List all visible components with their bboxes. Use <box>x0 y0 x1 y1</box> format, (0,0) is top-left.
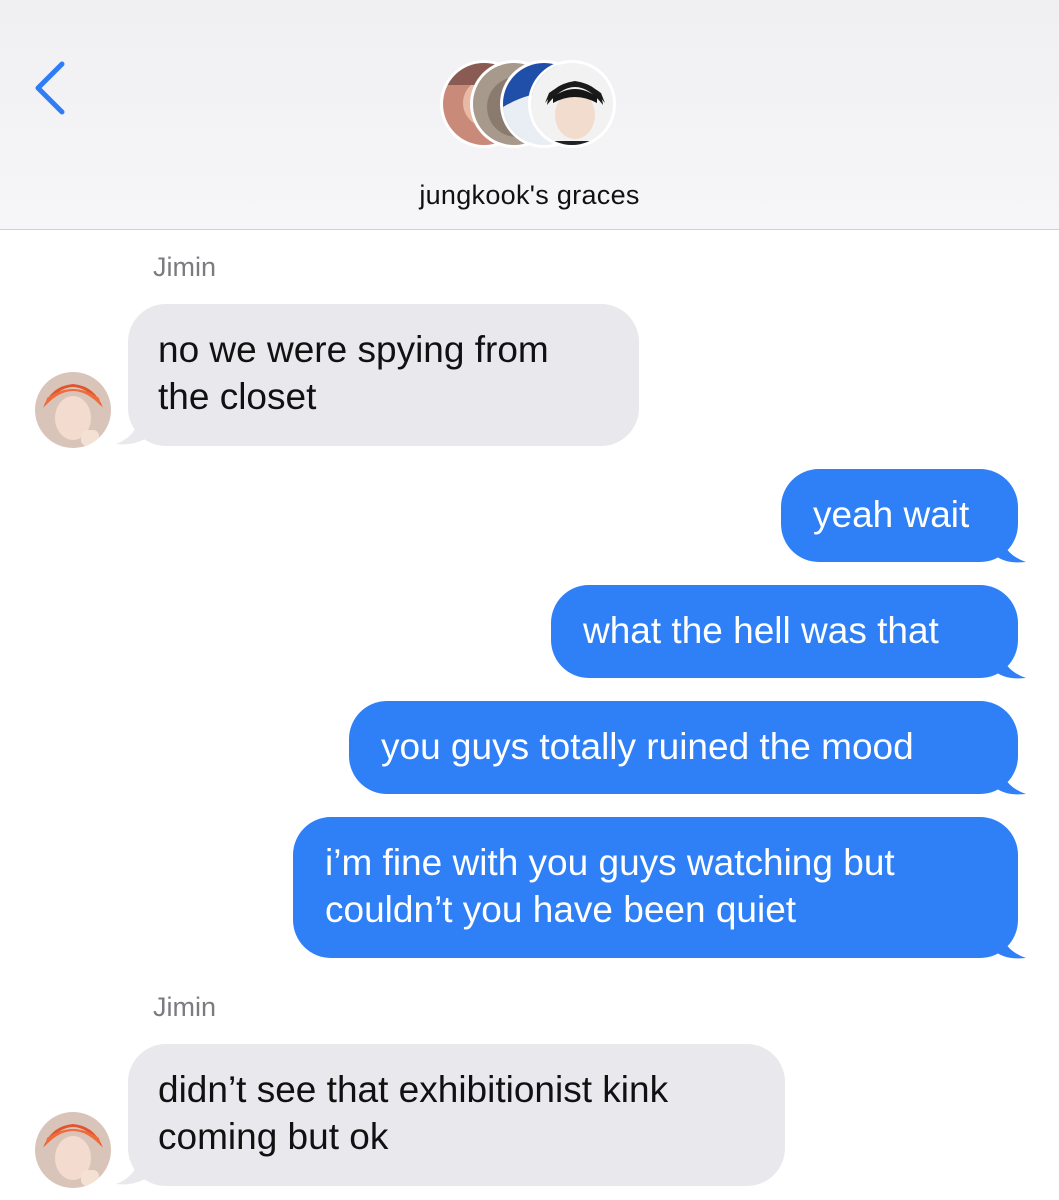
group-member-avatar <box>528 60 616 148</box>
message-bubble[interactable]: no we were spying from the closet <box>128 304 639 446</box>
message-text-line: yeah wait <box>813 494 970 535</box>
conversation-header: jungkook's graces <box>0 0 1059 230</box>
message-text-line: the closet <box>158 376 317 417</box>
chevron-left-icon <box>35 61 65 115</box>
message-text-line: i’m fine with you guys watching but <box>325 842 895 883</box>
sender-avatar[interactable] <box>35 372 111 448</box>
message-text-line: coming but ok <box>158 1116 389 1157</box>
message-text-line: what the hell was that <box>583 610 939 651</box>
sender-avatar[interactable] <box>35 1112 111 1188</box>
message-bubble[interactable]: you guys totally ruined the mood <box>349 701 1018 794</box>
group-avatar-stack[interactable] <box>440 60 630 160</box>
message-text-line: you guys totally ruined the mood <box>381 726 914 767</box>
message-bubble[interactable]: didn’t see that exhibitionist kink comin… <box>128 1044 785 1186</box>
sender-name: Jimin <box>153 992 217 1022</box>
back-button[interactable] <box>28 58 78 118</box>
message-text-line: no we were spying from <box>158 329 549 370</box>
group-name[interactable]: jungkook's graces <box>0 180 1059 211</box>
message-bubble[interactable]: i’m fine with you guys watching but coul… <box>293 817 1018 958</box>
message-text-line: didn’t see that exhibitionist kink <box>158 1069 669 1110</box>
message-text-line: couldn’t you have been quiet <box>325 889 797 930</box>
message-bubble[interactable]: yeah wait <box>781 469 1018 562</box>
message-bubble[interactable]: what the hell was that <box>551 585 1018 678</box>
sender-name: Jimin <box>153 252 217 282</box>
